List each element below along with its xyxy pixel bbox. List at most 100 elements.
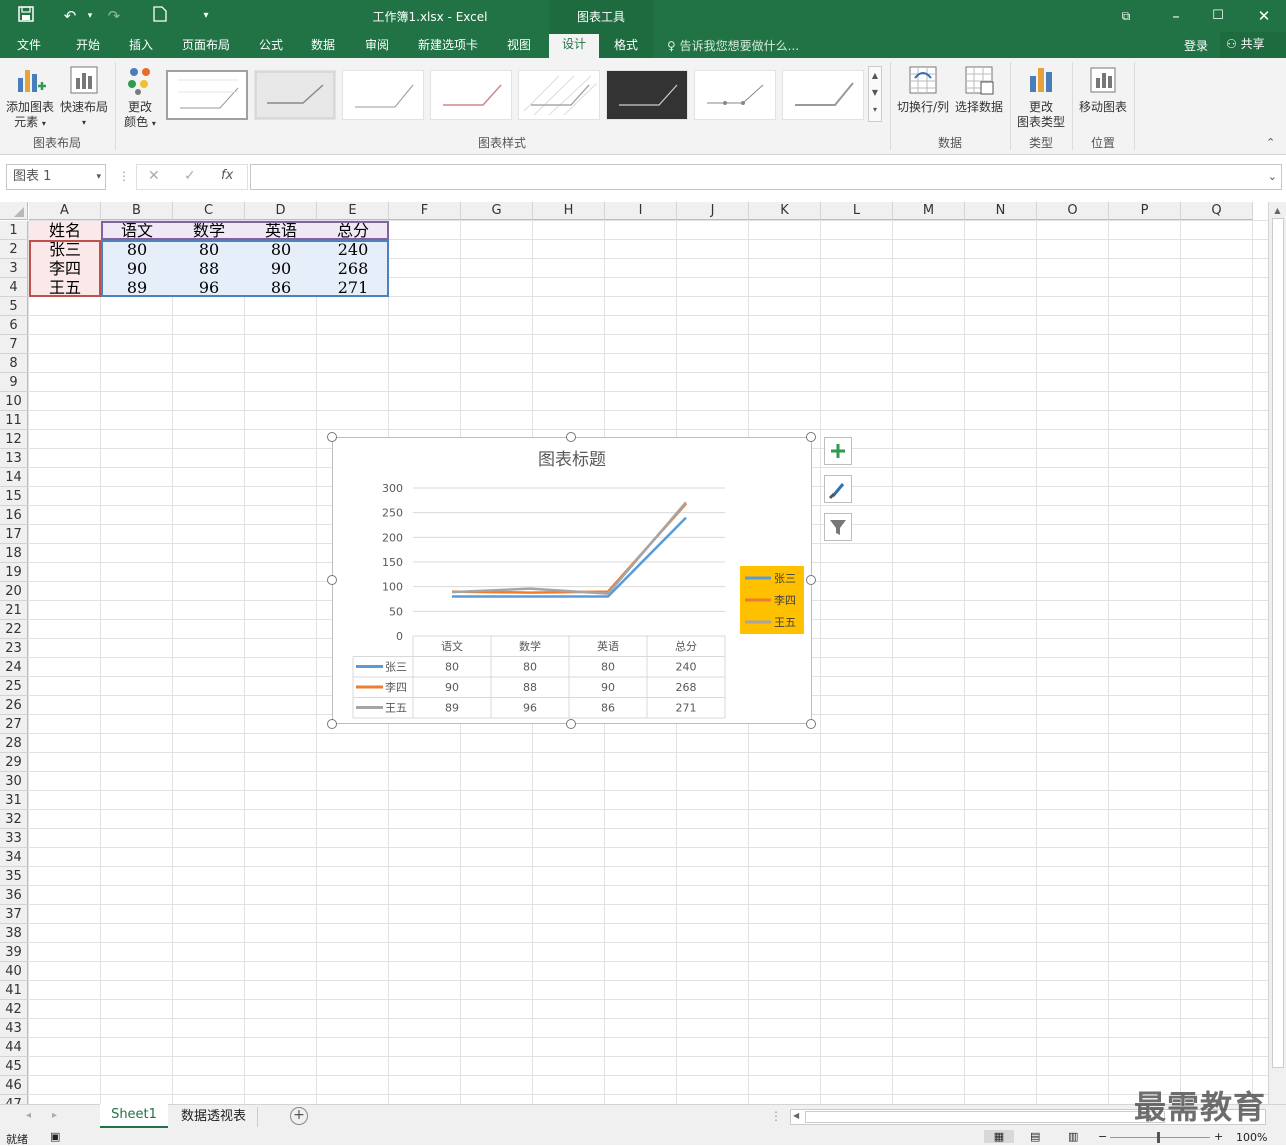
chart-plot[interactable]: 图表标题 050100150200250300语文 数学 英语 总分张三 80 80 80 2…	[333, 438, 811, 723]
resize-handle[interactable]	[327, 432, 337, 442]
chevron-down-icon[interactable]: ▾	[96, 165, 101, 189]
login-link[interactable]: 登录	[1184, 37, 1208, 54]
resize-handle[interactable]	[327, 719, 337, 729]
row-header[interactable]: 45	[0, 1057, 28, 1076]
tab-insert[interactable]: 插入	[120, 36, 162, 58]
series-line-3[interactable]	[451, 501, 687, 595]
chart-style-2[interactable]	[254, 70, 336, 120]
resize-handle[interactable]	[806, 575, 816, 585]
zoom-out-icon[interactable]: −	[1098, 1130, 1107, 1143]
tab-new-tab[interactable]: 新建选项卡	[410, 36, 486, 58]
move-chart-button[interactable]: 移动图表	[1076, 64, 1130, 115]
tab-format[interactable]: 格式	[603, 36, 649, 58]
previous-sheet-icon[interactable]: ◂	[26, 1110, 31, 1121]
tab-page-layout[interactable]: 页面布局	[174, 36, 238, 58]
row-header[interactable]: 22	[0, 620, 28, 639]
row-header[interactable]: 34	[0, 848, 28, 867]
row-header[interactable]: 4	[0, 278, 28, 297]
row-header[interactable]: 3	[0, 259, 28, 278]
row-header[interactable]: 15	[0, 487, 28, 506]
column-header[interactable]: D	[245, 202, 317, 220]
tab-home[interactable]: 开始	[66, 36, 110, 58]
row-header[interactable]: 32	[0, 810, 28, 829]
chart-filters-button[interactable]	[824, 513, 852, 541]
row-header[interactable]: 14	[0, 468, 28, 487]
column-header[interactable]: F	[389, 202, 461, 220]
split-handle-icon[interactable]: ⋮	[770, 1109, 782, 1123]
row-header[interactable]: 27	[0, 715, 28, 734]
chart-style-8[interactable]	[782, 70, 864, 120]
ribbon-display-options-icon[interactable]: ⧉	[1116, 6, 1136, 26]
column-header[interactable]: N	[965, 202, 1037, 220]
resize-handle[interactable]	[806, 719, 816, 729]
resize-handle[interactable]	[806, 432, 816, 442]
insert-function-icon[interactable]: fx	[221, 168, 233, 183]
row-header[interactable]: 17	[0, 525, 28, 544]
resize-handle[interactable]	[566, 719, 576, 729]
row-header[interactable]: 5	[0, 297, 28, 316]
row-header[interactable]: 21	[0, 601, 28, 620]
chart-styles-button[interactable]	[824, 475, 852, 503]
select-data-button[interactable]: 选择数据	[952, 64, 1006, 115]
row-header[interactable]: 8	[0, 354, 28, 373]
row-header[interactable]: 26	[0, 696, 28, 715]
formula-input[interactable]: ⌄	[250, 164, 1282, 190]
page-layout-view-icon[interactable]: ▤	[1030, 1130, 1040, 1143]
column-header[interactable]: I	[605, 202, 677, 220]
row-header[interactable]: 16	[0, 506, 28, 525]
row-header[interactable]: 24	[0, 658, 28, 677]
row-header[interactable]: 46	[0, 1076, 28, 1095]
row-header[interactable]: 2	[0, 240, 28, 259]
resize-handle[interactable]	[327, 575, 337, 585]
tab-file[interactable]: 文件	[6, 36, 52, 58]
chart-style-4[interactable]	[430, 70, 512, 120]
row-header[interactable]: 19	[0, 563, 28, 582]
row-header[interactable]: 23	[0, 639, 28, 658]
row-header[interactable]: 39	[0, 943, 28, 962]
chart-style-6[interactable]	[606, 70, 688, 120]
chart-style-5[interactable]	[518, 70, 600, 120]
row-header[interactable]: 47	[0, 1095, 28, 1104]
sheet-tab-sheet1[interactable]: Sheet1	[100, 1104, 168, 1128]
page-break-view-icon[interactable]: ▥	[1068, 1130, 1078, 1143]
row-header[interactable]: 10	[0, 392, 28, 411]
next-sheet-icon[interactable]: ▸	[52, 1110, 57, 1121]
row-header[interactable]: 42	[0, 1000, 28, 1019]
column-header[interactable]: A	[29, 202, 101, 220]
name-box[interactable]: 图表 1 ▾	[6, 164, 106, 190]
row-header[interactable]: 1	[0, 221, 28, 240]
column-header[interactable]: C	[173, 202, 245, 220]
collapse-ribbon-icon[interactable]: ⌃	[1266, 136, 1275, 149]
chart-style-7[interactable]	[694, 70, 776, 120]
row-header[interactable]: 43	[0, 1019, 28, 1038]
row-header[interactable]: 6	[0, 316, 28, 335]
row-header[interactable]: 9	[0, 373, 28, 392]
tab-review[interactable]: 审阅	[356, 36, 398, 58]
resize-handle[interactable]	[566, 432, 576, 442]
share-button[interactable]: ⚇ 共享	[1220, 32, 1286, 58]
zoom-slider[interactable]	[1110, 1137, 1210, 1138]
vertical-scrollbar[interactable]: ▲	[1268, 202, 1286, 1104]
column-header[interactable]: J	[677, 202, 749, 220]
expand-formula-bar-icon[interactable]: ⌄	[1268, 170, 1277, 183]
row-header[interactable]: 38	[0, 924, 28, 943]
row-header[interactable]: 41	[0, 981, 28, 1000]
row-header[interactable]: 13	[0, 449, 28, 468]
chart-style-gallery-scroll[interactable]: ▲ ▼ ▾	[868, 66, 882, 122]
tab-formulas[interactable]: 公式	[250, 36, 292, 58]
table-cell[interactable]: 姓名	[29, 221, 101, 240]
row-header[interactable]: 35	[0, 867, 28, 886]
quick-layout-button[interactable]: 快速布局 ▾	[58, 64, 110, 130]
normal-view-icon[interactable]: ▦	[984, 1130, 1014, 1143]
column-header[interactable]: M	[893, 202, 965, 220]
switch-row-column-button[interactable]: 切换行/列	[894, 64, 952, 115]
chart-style-1[interactable]	[166, 70, 248, 120]
column-header[interactable]: P	[1109, 202, 1181, 220]
change-colors-button[interactable]: 更改 颜色 ▾	[118, 64, 162, 131]
row-header[interactable]: 28	[0, 734, 28, 753]
row-header[interactable]: 7	[0, 335, 28, 354]
column-header[interactable]: E	[317, 202, 389, 220]
row-header[interactable]: 36	[0, 886, 28, 905]
row-header[interactable]: 44	[0, 1038, 28, 1057]
row-header[interactable]: 33	[0, 829, 28, 848]
